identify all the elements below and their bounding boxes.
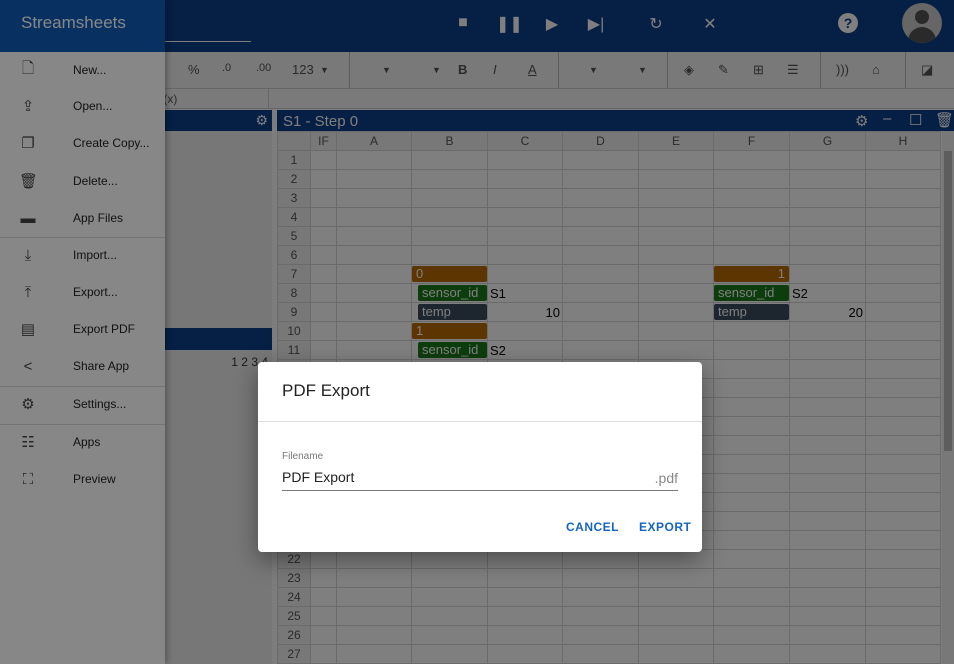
drawer-item-apps[interactable]: ☷ Apps <box>0 424 165 460</box>
export-icon: ⤒ <box>24 283 32 301</box>
delete-icon: 🗑 <box>19 173 39 190</box>
drawer-item-label: Delete... <box>73 174 118 188</box>
divider <box>0 237 165 238</box>
share-icon: < <box>23 357 33 375</box>
drawer-item-export[interactable]: ⤒ Export... <box>0 274 165 310</box>
cancel-button[interactable]: CANCEL <box>566 520 619 534</box>
divider <box>258 421 702 422</box>
drawer-item-label: Settings... <box>73 397 127 411</box>
filename-input[interactable]: PDF Export .pdf <box>282 469 678 491</box>
import-icon: ⤓ <box>24 246 32 264</box>
pdf-icon: ▤ <box>20 321 36 338</box>
settings-icon: ⚙ <box>21 396 35 413</box>
copy-icon: ❐ <box>21 135 35 152</box>
drawer-item-app-files[interactable]: ▬ App Files <box>0 200 165 236</box>
new-file-icon: 🗋 <box>21 59 35 77</box>
drawer-title: Streamsheets <box>0 0 165 52</box>
drawer-item-new[interactable]: 🗋 New... <box>0 52 165 88</box>
export-button[interactable]: EXPORT <box>639 520 691 534</box>
drawer-item-import[interactable]: ⤓ Import... <box>0 237 165 273</box>
drawer-item-settings[interactable]: ⚙ Settings... <box>0 386 165 422</box>
preview-icon: ⛶ <box>22 470 34 488</box>
drawer-item-preview[interactable]: ⛶ Preview <box>0 461 165 497</box>
drawer-item-label: Import... <box>73 248 118 262</box>
divider <box>0 386 165 387</box>
drawer-item-delete[interactable]: 🗑 Delete... <box>0 163 165 199</box>
filename-label: Filename <box>282 451 324 462</box>
drawer-item-label: Apps <box>73 435 101 449</box>
drawer-item-label: New... <box>73 63 107 77</box>
divider <box>0 424 165 425</box>
open-icon: ⇪ <box>21 98 35 115</box>
dialog-title: PDF Export <box>282 381 370 400</box>
drawer-item-label: Share App <box>73 359 130 373</box>
drawer-item-label: Create Copy... <box>73 136 150 150</box>
apps-list-icon: ☷ <box>21 434 35 451</box>
filename-value[interactable]: PDF Export <box>282 469 354 485</box>
drawer-item-label: Export... <box>73 285 118 299</box>
drawer-item-create-copy[interactable]: ❐ Create Copy... <box>0 125 165 161</box>
pdf-export-dialog: PDF Export Filename PDF Export .pdf CANC… <box>258 362 702 552</box>
drawer-item-label: App Files <box>73 211 124 225</box>
drawer-item-export-pdf[interactable]: ▤ Export PDF <box>0 311 165 347</box>
folder-icon: ▬ <box>20 209 36 227</box>
drawer-item-label: Open... <box>73 99 113 113</box>
app-drawer: Streamsheets 🗋 New... ⇪ Open... ❐ Create Copy… <box>0 0 165 664</box>
drawer-item-label: Export PDF <box>73 322 136 336</box>
drawer-item-share-app[interactable]: < Share App <box>0 348 165 384</box>
filename-suffix: .pdf <box>654 470 678 486</box>
drawer-item-label: Preview <box>73 472 116 486</box>
drawer-item-open[interactable]: ⇪ Open... <box>0 88 165 124</box>
